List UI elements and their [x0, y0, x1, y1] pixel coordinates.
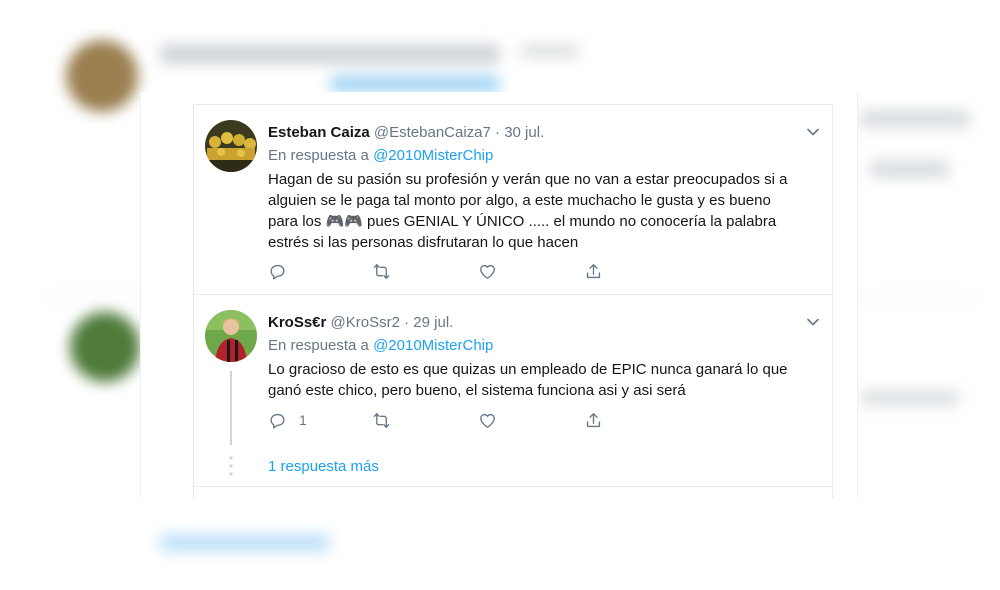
tweet-text-line: Lo gracioso de esto es que quizas un emp…	[268, 361, 788, 378]
thread-dots-icon	[229, 455, 233, 477]
tweet-header: Esteban Caiza @EstebanCaiza7 · 30 jul.	[268, 124, 544, 141]
like-icon	[480, 413, 495, 428]
tweet-actions: 1	[268, 410, 628, 430]
share-icon	[586, 263, 601, 278]
reply-button[interactable]: 1	[268, 410, 307, 430]
background-avatar	[66, 40, 138, 112]
tweet[interactable]: Esteban Caiza @EstebanCaiza7 · 30 jul. E…	[194, 105, 832, 295]
like-icon	[480, 264, 495, 279]
tweet-date[interactable]: 30 jul.	[504, 124, 544, 141]
avatar[interactable]	[205, 120, 257, 172]
more-replies-link[interactable]: 1 respuesta más	[268, 458, 379, 475]
reply-icon	[270, 264, 285, 280]
background-divider	[40, 296, 150, 297]
like-button[interactable]	[478, 261, 497, 281]
background-text-line	[160, 534, 330, 552]
share-icon	[586, 412, 601, 427]
tweet[interactable]: KroSs€r @KroSsr2 · 29 jul. En respuesta …	[194, 295, 832, 487]
tweet-text: Hagan de su pasión su profesión y verán …	[268, 169, 818, 253]
background-text-line	[860, 110, 970, 128]
share-button[interactable]	[584, 261, 603, 281]
reply-mention-link[interactable]: @2010MisterChip	[373, 337, 493, 354]
thread-line	[230, 371, 232, 445]
avatar[interactable]	[205, 310, 257, 362]
background-text-line	[520, 44, 580, 58]
reply-context: En respuesta a @2010MisterChip	[268, 147, 493, 164]
reply-mention-link[interactable]: @2010MisterChip	[373, 147, 493, 164]
chevron-down-icon[interactable]	[806, 125, 820, 139]
display-name[interactable]: Esteban Caiza	[268, 124, 370, 141]
retweet-icon	[373, 263, 390, 279]
tweet-header: KroSs€r @KroSsr2 · 29 jul.	[268, 314, 453, 331]
tweet-text-line: Hagan de su pasión su profesión y verán …	[268, 171, 788, 188]
like-button[interactable]	[478, 410, 497, 430]
tweet-text-line: para los 🎮🎮 pues GENIAL Y ÚNICO ..... el…	[268, 213, 777, 230]
reply-prefix: En respuesta a	[268, 337, 369, 354]
user-handle[interactable]: @EstebanCaiza7	[374, 124, 491, 141]
reply-context: En respuesta a @2010MisterChip	[268, 337, 493, 354]
share-button[interactable]	[584, 410, 603, 430]
tweet-text: Lo gracioso de esto es que quizas un emp…	[268, 359, 818, 401]
tweet-text-line: ganó este chico, pero bueno, el sistema …	[268, 382, 686, 399]
tweet-text-line: estrés si las personas disfrutaran lo qu…	[268, 234, 579, 251]
retweet-button[interactable]	[372, 261, 391, 281]
reply-count: 1	[299, 412, 307, 428]
background-text-line	[870, 160, 950, 178]
background-avatar	[70, 312, 140, 382]
background-text-line	[860, 390, 960, 406]
reply-prefix: En respuesta a	[268, 147, 369, 164]
retweet-button[interactable]	[372, 410, 391, 430]
reply-button[interactable]	[268, 261, 299, 281]
separator: ·	[404, 314, 410, 331]
tweet-text-line: alguien se le paga tal monto por algo, a…	[268, 192, 771, 209]
chevron-down-icon[interactable]	[806, 315, 820, 329]
tweet-date[interactable]: 29 jul.	[413, 314, 453, 331]
user-handle[interactable]: @KroSsr2	[331, 314, 400, 331]
background-divider	[860, 296, 980, 297]
background-text-line	[160, 44, 500, 64]
reply-icon	[270, 413, 285, 429]
display-name[interactable]: KroSs€r	[268, 314, 326, 331]
replies-panel: Esteban Caiza @EstebanCaiza7 · 30 jul. E…	[140, 92, 858, 498]
retweet-icon	[373, 412, 390, 428]
background-text-line	[330, 76, 500, 92]
tweet-actions	[268, 261, 628, 281]
replies-list: Esteban Caiza @EstebanCaiza7 · 30 jul. E…	[193, 104, 833, 498]
separator: ·	[495, 124, 501, 141]
